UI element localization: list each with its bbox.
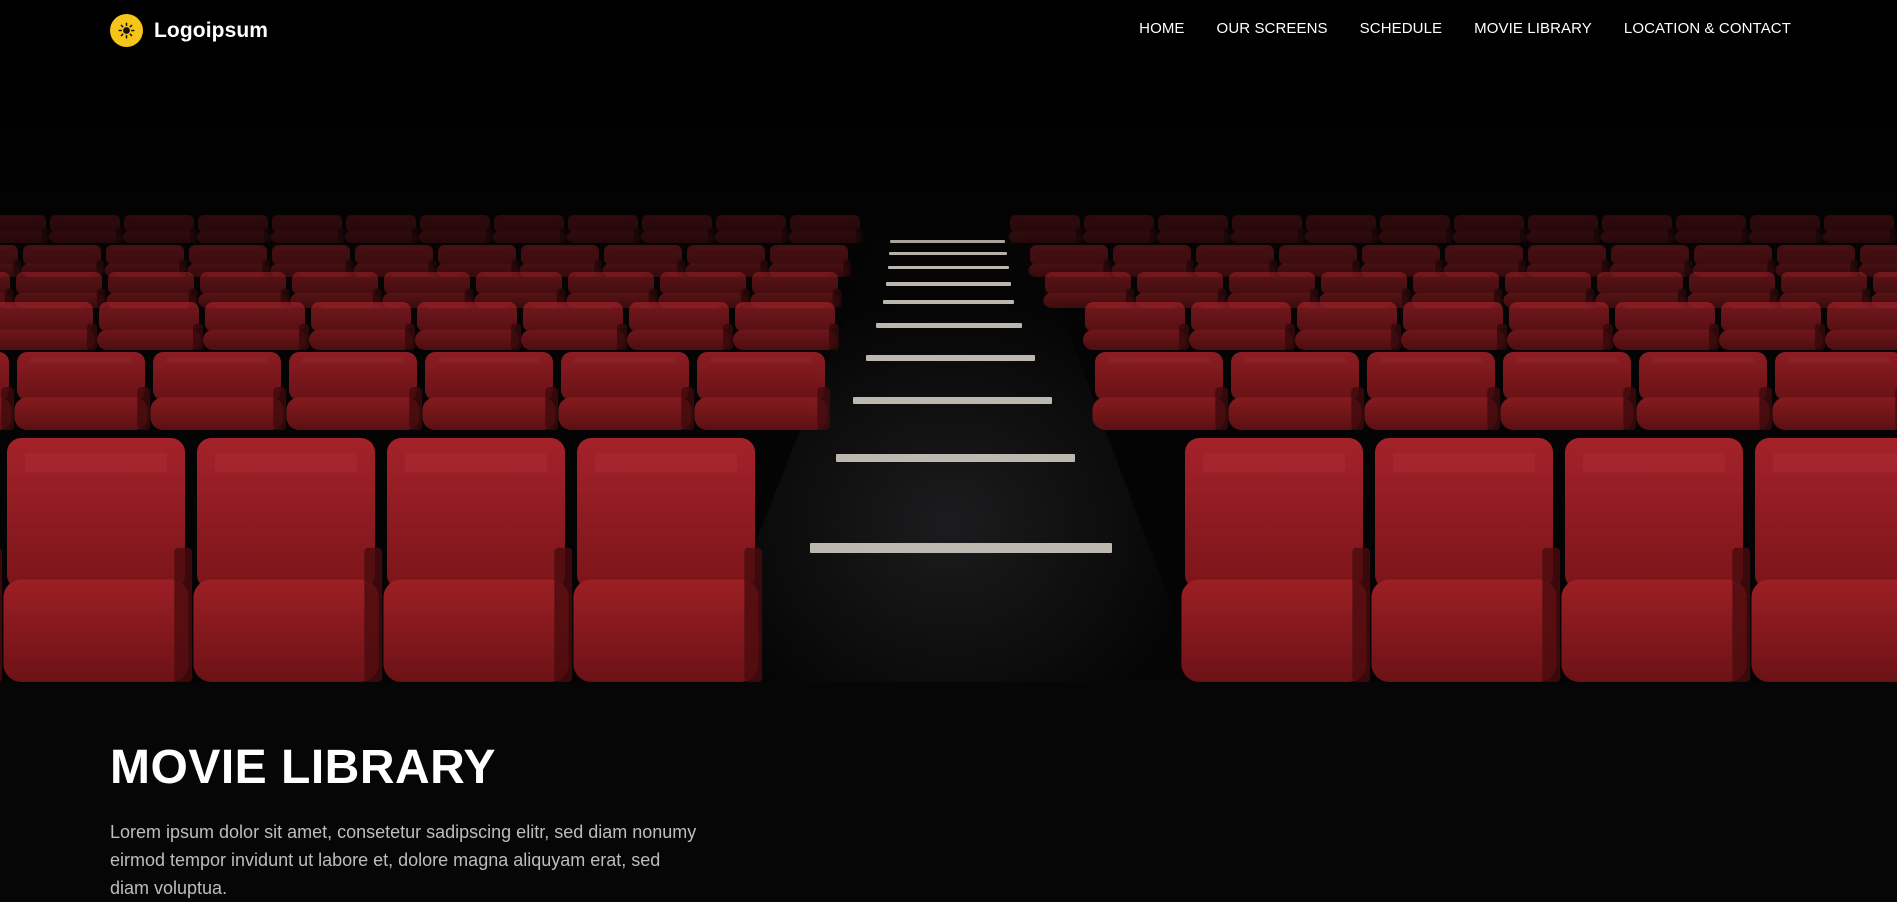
main-nav: HOME OUR SCREENS SCHEDULE MOVIE LIBRARY … xyxy=(1107,20,1791,37)
sun-icon xyxy=(110,14,143,47)
nav-item-schedule[interactable]: SCHEDULE xyxy=(1360,20,1443,37)
brand-name: Logoipsum xyxy=(154,18,269,42)
nav-item-home[interactable]: HOME xyxy=(1139,20,1184,37)
brand-logo-link[interactable]: Logoipsum xyxy=(110,14,268,47)
intro-text: Lorem ipsum dolor sit amet, consetetur s… xyxy=(110,822,697,898)
cinema-seats-photo xyxy=(0,0,1897,682)
page: Logoipsum HOME OUR SCREENS SCHEDULE MOVI… xyxy=(0,0,1897,902)
main-content: MOVIE LIBRARY Lorem ipsum dolor sit amet… xyxy=(0,682,1897,902)
nav-item-our-screens[interactable]: OUR SCREENS xyxy=(1217,20,1328,37)
nav-item-movie-library[interactable]: MOVIE LIBRARY xyxy=(1474,20,1592,37)
page-title: MOVIE LIBRARY xyxy=(110,741,497,794)
hero-image xyxy=(0,0,1897,682)
nav-item-location-contact[interactable]: LOCATION & CONTACT xyxy=(1624,20,1791,37)
site-header: Logoipsum HOME OUR SCREENS SCHEDULE MOVI… xyxy=(0,0,1897,60)
